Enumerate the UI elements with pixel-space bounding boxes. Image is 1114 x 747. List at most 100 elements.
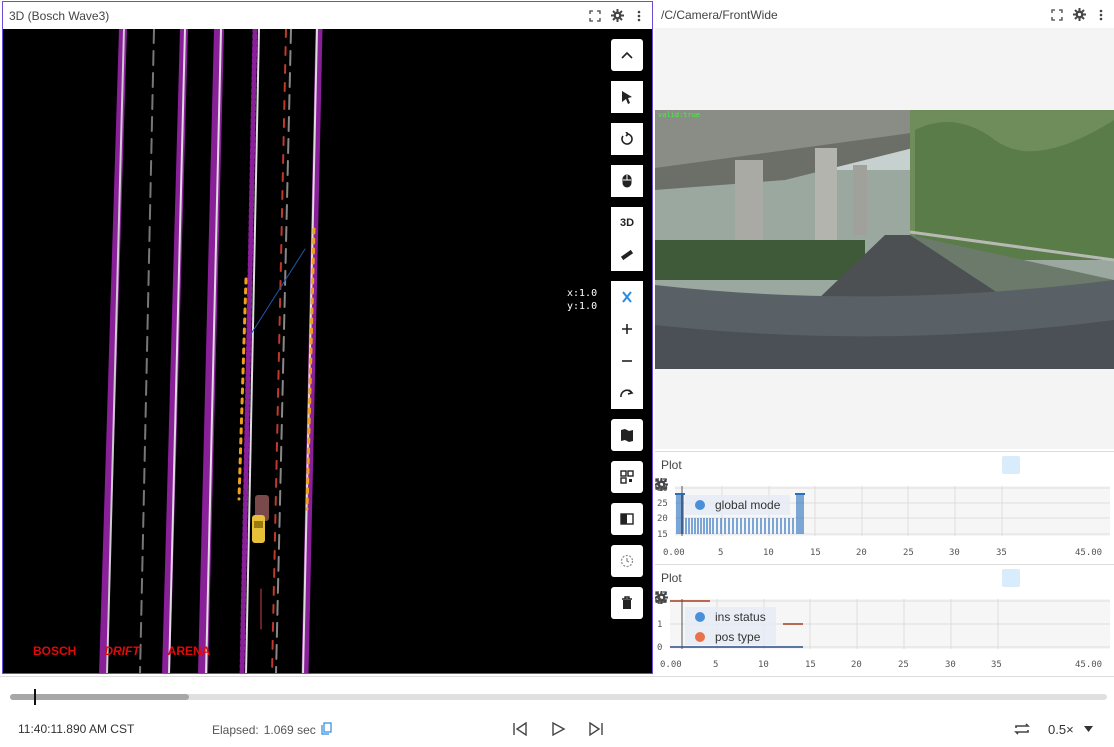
fullscreen-icon[interactable]	[655, 571, 1064, 603]
legend-label: ins status	[715, 610, 766, 624]
plot1-xtick: 45.00	[1075, 548, 1102, 558]
rotate-group	[611, 123, 643, 155]
axis-group	[611, 281, 643, 409]
plot1-legend: global mode	[685, 495, 791, 515]
legend-label: pos type	[715, 630, 761, 644]
camera-panel-title: /C/Camera/FrontWide	[661, 7, 778, 22]
playback-options: 0.5×	[1012, 719, 1093, 739]
chevron-up-icon[interactable]	[611, 39, 643, 71]
legend-item[interactable]: ins status	[695, 610, 766, 624]
elapsed-label: Elapsed:	[212, 723, 259, 737]
plot2-xtick: 0.00	[660, 660, 682, 670]
zoom-out-icon[interactable]	[611, 345, 643, 377]
chevron-down-icon	[1083, 726, 1093, 732]
plot2-xtick: 45.00	[1075, 660, 1102, 670]
plot1-xtick: 15	[810, 548, 821, 558]
more-vertical-icon[interactable]	[1094, 8, 1108, 22]
elapsed-display: Elapsed: 1.069 sec	[212, 722, 332, 738]
plot1-xtick: 25	[903, 548, 914, 558]
playback-bar: 11:40:11.890 AM CST Elapsed: 1.069 sec 0…	[0, 676, 1114, 747]
speed-select[interactable]: 0.5×	[1048, 722, 1093, 737]
gear-icon[interactable]	[655, 458, 1086, 491]
panel-3d-header: 3D (Bosch Wave3)	[3, 2, 652, 29]
plot1-xtick: 30	[949, 548, 960, 558]
plot1-ytick: 20	[657, 514, 668, 524]
lane-map	[99, 24, 323, 673]
plot1-ytick: 15	[657, 530, 668, 540]
plot-panel-2[interactable]: Plot 2 1 0 0.00 5 10 15 20 25 30 35 45.0…	[655, 564, 1114, 674]
fullscreen-icon[interactable]	[588, 9, 602, 23]
rotate-icon[interactable]	[611, 123, 643, 155]
download-icon[interactable]	[656, 571, 1042, 603]
more-vertical-icon[interactable]	[655, 458, 1108, 490]
download-icon[interactable]	[656, 458, 1042, 490]
plot2-xtick: 15	[805, 660, 816, 670]
plot1-xtick: 35	[996, 548, 1007, 558]
ruler-icon[interactable]	[611, 239, 643, 271]
plot2-xtick: 35	[991, 660, 1002, 670]
map-icon[interactable]	[611, 419, 643, 451]
panel-3d[interactable]: 3D (Bosch Wave3) 3D x:1.0 y:1.0 BOSCH DR…	[2, 1, 653, 674]
coord-y: y:1.0	[567, 301, 598, 312]
gear-icon[interactable]	[1072, 8, 1086, 22]
camera-panel[interactable]: /C/Camera/FrontWide valid:true	[655, 1, 1114, 449]
bosch-logo: BOSCH	[33, 644, 77, 658]
camera-image: valid:true	[655, 110, 1114, 369]
plot1-xtick: 5	[718, 548, 723, 558]
legend-dot	[695, 632, 705, 642]
playback-timestamp: 11:40:11.890 AM CST	[18, 722, 135, 736]
panel-3d-title: 3D (Bosch Wave3)	[9, 8, 110, 23]
plot2-title: Plot	[661, 571, 682, 585]
mouse-icon[interactable]	[611, 165, 643, 197]
plot2-xtick: 30	[945, 660, 956, 670]
plot1-xtick: 20	[856, 548, 867, 558]
speed-value: 0.5×	[1048, 721, 1074, 737]
plot2-ytick: 2	[657, 597, 662, 607]
playback-controls	[510, 719, 606, 739]
legend-dot	[695, 612, 705, 622]
3d-toolbar: 3D	[611, 39, 645, 629]
3d-scene[interactable]	[3, 24, 652, 673]
plot2-ytick: 0	[657, 643, 662, 653]
select-icon[interactable]	[611, 81, 643, 113]
loop-icon[interactable]	[1012, 719, 1032, 739]
elapsed-value: 1.069 sec	[263, 723, 316, 737]
camera-panel-header: /C/Camera/FrontWide	[655, 1, 1114, 28]
qr-icon[interactable]	[611, 461, 643, 493]
gear-icon[interactable]	[655, 571, 1086, 604]
plot-mode-icon[interactable]	[655, 569, 1020, 601]
playback-progress	[10, 694, 189, 700]
trash-icon[interactable]	[611, 587, 643, 619]
zoom-in-icon[interactable]	[611, 313, 643, 345]
compare-icon[interactable]	[611, 503, 643, 535]
play-icon[interactable]	[548, 719, 568, 739]
drift-logo: DRIFT	[104, 644, 140, 658]
plot1-title: Plot	[661, 458, 682, 472]
plot2-xtick: 20	[851, 660, 862, 670]
legend-item[interactable]: global mode	[695, 498, 780, 512]
playback-scrubber[interactable]	[10, 694, 1107, 700]
legend-dot	[695, 500, 705, 510]
gear-icon[interactable]	[610, 9, 624, 23]
coords-readout: x:1.0 y:1.0	[567, 287, 597, 313]
fullscreen-icon[interactable]	[655, 458, 1064, 490]
playback-cursor[interactable]	[34, 689, 36, 705]
plot-panel-1[interactable]: Plot 30 25 20 15 0.00 5 10 15 20 25 30 3…	[655, 451, 1114, 562]
more-vertical-icon[interactable]	[632, 9, 646, 23]
skip-back-icon[interactable]	[510, 719, 530, 739]
fullscreen-icon[interactable]	[1050, 8, 1064, 22]
clock-icon[interactable]	[611, 545, 643, 577]
more-vertical-icon[interactable]	[655, 571, 1108, 603]
plot2-xtick: 25	[898, 660, 909, 670]
skip-forward-icon[interactable]	[586, 719, 606, 739]
legend-item[interactable]: pos type	[695, 630, 766, 644]
plot2-xtick: 5	[713, 660, 718, 670]
mouse-group	[611, 165, 643, 197]
copy-icon[interactable]	[321, 722, 332, 738]
axis-icon[interactable]	[611, 281, 643, 313]
arena-logo: ARENA	[167, 644, 211, 658]
redo-icon[interactable]	[611, 377, 643, 409]
view-3d-button[interactable]: 3D	[611, 207, 643, 239]
plot1-chart[interactable]: 30 25 20 15 0.00 5 10 15 20 25 30 35 45.…	[655, 478, 1114, 563]
plot-mode-icon[interactable]	[655, 456, 1020, 488]
